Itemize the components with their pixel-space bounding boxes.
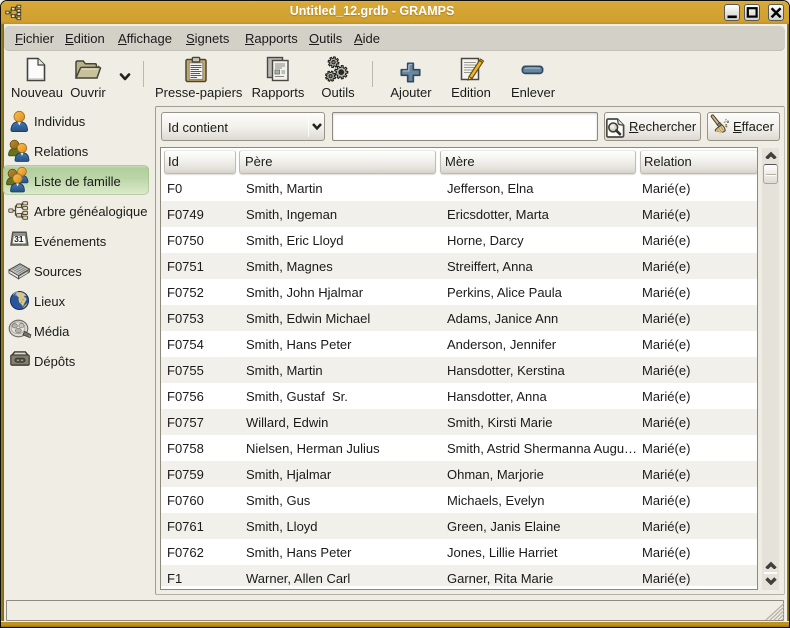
svg-text:31: 31 — [14, 234, 24, 244]
